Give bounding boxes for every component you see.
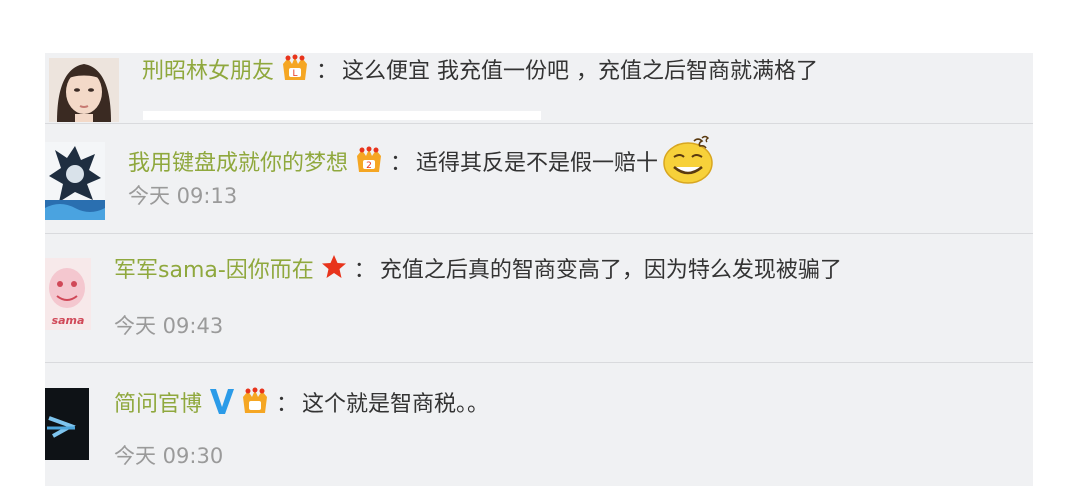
comment-username[interactable]: 简问官博 [114, 390, 202, 420]
dizzy-smile-emoji-icon [660, 135, 716, 194]
comment-text: 这么便宜 我充值一份吧 ，充值之后智商就满格了 [342, 59, 819, 84]
comment-line: 简问官博 ： 这个就是智商税。。 [114, 387, 490, 420]
user-avatar[interactable] [45, 142, 105, 220]
comment-username[interactable]: 刑昭林女朋友 [142, 57, 274, 87]
comment-item: 刑昭林女朋友 L ： 这么便宜 我充值一份吧 ，充值之后智商就满格了 [45, 53, 1033, 122]
avatar-logo-icon [45, 388, 89, 460]
comment-line: 刑昭林女朋友 L ： 这么便宜 我充值一份吧 ，充值之后智商就满格了 [142, 54, 819, 87]
comment-line: 我用键盘成就你的梦想 2 ： 适得其反是不是假一赔十 [128, 135, 716, 184]
verified-v-icon [208, 386, 236, 425]
comment-item: 我用键盘成就你的梦想 2 ： 适得其反是不是假一赔十 今天 09:13 [45, 124, 1033, 233]
user-avatar[interactable] [49, 58, 119, 122]
comment-colon: ： [276, 392, 299, 417]
svg-text:L: L [293, 69, 298, 79]
avatar-warrior-icon [45, 142, 105, 220]
comment-text: 充值之后真的智商变高了，因为特么发现被骗了 [379, 258, 842, 283]
comment-list: 刑昭林女朋友 L ： 这么便宜 我充值一份吧 ，充值之后智商就满格了 我用键盘成… [45, 53, 1033, 486]
comment-text: 这个就是智商税。。 [302, 392, 490, 417]
comment-username[interactable]: 军军sama-因你而在 [114, 256, 314, 286]
comment-text: 适得其反是不是假一赔十 [416, 151, 659, 176]
comment-colon: ： [353, 258, 376, 283]
comment-item: 简问官博 ： 这个就是智商税。。 今天 09:30 [45, 363, 1033, 486]
red-star-icon [320, 253, 348, 290]
screenshot-canvas: 刑昭林女朋友 L ： 这么便宜 我充值一份吧 ，充值之后智商就满格了 我用键盘成… [0, 0, 1065, 486]
user-avatar[interactable] [45, 388, 89, 460]
comment-colon: ： [390, 151, 413, 176]
crown-badge-icon: 2 [354, 146, 384, 183]
crown-badge-icon: L [280, 54, 310, 91]
comment-time: 今天 09:30 [114, 444, 224, 468]
crown-badge-icon [240, 387, 270, 424]
comment-username[interactable]: 我用键盘成就你的梦想 [128, 149, 348, 179]
comment-line: 军军sama-因你而在 ： 充值之后真的智商变高了，因为特么发现被骗了 [114, 254, 842, 286]
user-avatar[interactable]: sama [45, 258, 91, 330]
avatar-label: sama [51, 314, 85, 327]
comment-time: 今天 09:43 [114, 314, 224, 338]
reply-input-strip[interactable] [143, 111, 541, 120]
svg-text:2: 2 [366, 161, 372, 171]
avatar-face-icon [49, 58, 119, 122]
comment-time: 今天 09:13 [128, 184, 238, 208]
comment-colon: ： [316, 59, 339, 84]
comment-item: sama 军军sama-因你而在 ： 充值之后真的智商变高了，因为特么发现被骗了… [45, 234, 1033, 362]
